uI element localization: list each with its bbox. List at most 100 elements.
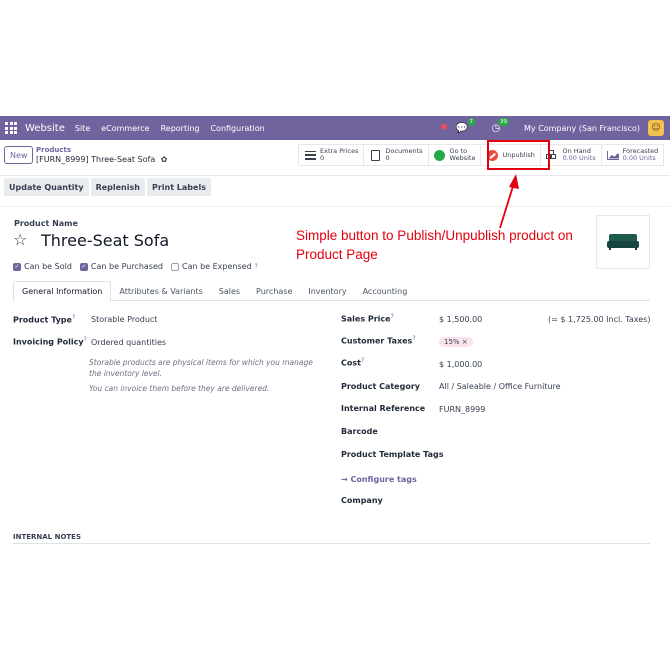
template-tags-label: Product Template Tags: [341, 450, 444, 459]
sales-price-input[interactable]: $ 1,500.00: [439, 315, 482, 324]
internal-reference-input[interactable]: FURN_8999: [439, 405, 485, 414]
extra-prices-button[interactable]: Extra Prices 0: [298, 144, 364, 166]
tax-tag[interactable]: 15% ×: [439, 337, 473, 347]
app-name[interactable]: Website: [25, 123, 65, 134]
gear-icon[interactable]: ✿: [161, 155, 168, 164]
action-bar: Update Quantity Replenish Print Labels: [4, 178, 211, 196]
new-button[interactable]: New: [4, 146, 34, 164]
menu-site[interactable]: Site: [75, 124, 90, 133]
tab-purchase[interactable]: Purchase: [248, 281, 300, 301]
invoicing-note: You can invoice them before they are del…: [89, 384, 270, 393]
documents-value: 0: [385, 154, 390, 162]
documents-label: Documents: [385, 147, 423, 155]
can-be-purchased-label: Can be Purchased: [90, 262, 163, 271]
divider: [13, 543, 650, 544]
website-label2: Website: [449, 154, 476, 162]
arrow-head: [509, 174, 519, 189]
list-icon: [304, 149, 316, 161]
help-icon[interactable]: ?: [412, 335, 415, 342]
internal-notes-header: INTERNAL NOTES: [13, 533, 81, 541]
sales-price-incl-taxes: (= $ 1,725.00 Incl. Taxes): [548, 315, 651, 324]
product-name-label: Product Name: [14, 219, 78, 228]
menu-ecommerce[interactable]: eCommerce: [101, 124, 149, 133]
extra-prices-value: 0: [320, 154, 325, 162]
tab-general-information[interactable]: General Information: [13, 281, 112, 302]
globe-icon: [434, 149, 446, 161]
print-labels-button[interactable]: Print Labels: [146, 178, 211, 196]
apps-menu-icon[interactable]: [5, 122, 17, 134]
product-type-label: Product Type: [13, 315, 72, 325]
product-category-label: Product Category: [341, 382, 420, 391]
update-quantity-button[interactable]: Update Quantity: [4, 178, 89, 196]
product-name-input[interactable]: Three-Seat Sofa: [41, 231, 169, 250]
messages-badge: 7: [467, 118, 476, 126]
annotation-text: Simple button to Publish/Unpublish produ…: [296, 228, 573, 262]
documents-button[interactable]: Documents 0: [363, 144, 428, 166]
navbar-systray: ✱ 💬 7 ◷ 39 My Company (San Francisco) ☺: [440, 116, 664, 140]
user-avatar[interactable]: ☺: [648, 120, 664, 136]
internal-reference-label: Internal Reference: [341, 404, 426, 413]
invoicing-policy-label: Invoicing Policy: [13, 337, 84, 347]
forecasted-button[interactable]: Forecasted 0.00 Units: [600, 144, 665, 166]
cost-field: Cost?: [341, 357, 364, 368]
menu-configuration[interactable]: Configuration: [210, 124, 264, 133]
can-be-expensed-checkbox[interactable]: Can be Expensed?: [170, 262, 258, 271]
sofa-image-icon: [607, 234, 639, 250]
cost-label: Cost: [341, 358, 361, 368]
smart-buttons: Extra Prices 0 Documents 0 Go to Website Un…: [298, 144, 665, 166]
breadcrumb-products[interactable]: Products: [36, 146, 167, 155]
control-panel: New Products [FURN_8999] Three-Seat Sofa…: [0, 140, 670, 176]
menu-reporting[interactable]: Reporting: [161, 124, 200, 133]
activities-icon[interactable]: ◷ 39: [490, 118, 510, 134]
favorite-star-icon[interactable]: ☆: [13, 230, 27, 249]
form-sheet: Product Name ☆ Three-Seat Sofa Simple bu…: [0, 206, 670, 552]
sales-price-field: Sales Price?: [341, 313, 394, 324]
checkbox-checked-icon: ✓: [13, 262, 21, 271]
configure-tags-link[interactable]: → Configure tags: [341, 475, 417, 484]
messages-icon[interactable]: 💬 7: [456, 118, 476, 134]
product-flags: ✓ Can be Sold ✓ Can be Purchased Can be Ex…: [13, 262, 258, 271]
help-icon[interactable]: ?: [255, 263, 258, 270]
notebook-tabs: General Information Attributes & Variant…: [13, 281, 650, 302]
product-type-select[interactable]: Storable Product: [91, 315, 157, 324]
company-label: Company: [341, 496, 383, 505]
can-be-purchased-checkbox[interactable]: ✓ Can be Purchased: [79, 262, 163, 271]
unpublish-highlight-box: [487, 140, 550, 170]
tab-sales[interactable]: Sales: [211, 281, 248, 301]
product-type-field: Product Type?: [13, 314, 75, 325]
product-type-note: Storable products are physical items for…: [89, 358, 313, 378]
company-switcher[interactable]: My Company (San Francisco): [524, 124, 640, 133]
customer-taxes-input[interactable]: 15% ×: [439, 337, 473, 347]
can-be-sold-label: Can be Sold: [24, 262, 72, 271]
invoicing-policy-field: Invoicing Policy?: [13, 336, 87, 347]
tab-accounting[interactable]: Accounting: [355, 281, 416, 301]
help-icon[interactable]: ?: [84, 336, 87, 343]
customer-taxes-field: Customer Taxes?: [341, 335, 416, 346]
activities-badge: 39: [498, 118, 510, 126]
help-icon[interactable]: ?: [391, 313, 394, 320]
replenish-button[interactable]: Replenish: [90, 178, 145, 196]
go-to-website-button[interactable]: Go to Website: [427, 144, 481, 166]
help-icon[interactable]: ?: [72, 314, 75, 321]
area-chart-icon: [606, 149, 619, 161]
checkbox-unchecked-icon: [170, 262, 179, 271]
document-icon: [369, 149, 381, 161]
sales-price-label: Sales Price: [341, 314, 391, 324]
customer-taxes-label: Customer Taxes: [341, 336, 413, 346]
can-be-sold-checkbox[interactable]: ✓ Can be Sold: [13, 262, 72, 271]
product-category-input[interactable]: All / Saleable / Office Furniture: [439, 382, 561, 391]
checkbox-checked-icon: ✓: [79, 262, 88, 271]
on-hand-value: 0.00 Units: [562, 154, 596, 162]
breadcrumb: Products [FURN_8999] Three-Seat Sofa ✿: [36, 146, 167, 164]
bug-icon[interactable]: ✱: [440, 123, 448, 133]
invoicing-policy-select[interactable]: Ordered quantities: [91, 338, 166, 347]
barcode-label: Barcode: [341, 427, 378, 436]
app-window: Website Site eCommerce Reporting Configu…: [0, 116, 670, 552]
tab-inventory[interactable]: Inventory: [300, 281, 354, 301]
help-icon[interactable]: ?: [361, 357, 364, 364]
tab-attributes-variants[interactable]: Attributes & Variants: [111, 281, 210, 301]
product-image[interactable]: [596, 215, 650, 269]
forecasted-value: 0.00 Units: [622, 154, 656, 162]
cost-input[interactable]: $ 1,000.00: [439, 360, 482, 369]
breadcrumb-current: [FURN_8999] Three-Seat Sofa: [36, 155, 156, 164]
